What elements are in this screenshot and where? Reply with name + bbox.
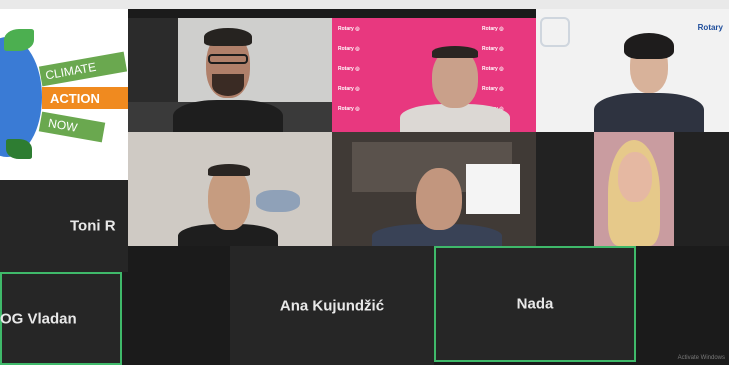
climate-banner: CLIMATE	[38, 51, 128, 87]
leaf-decoration	[4, 29, 34, 51]
video-tile-participant-rotary-logo[interactable]: Rotary	[536, 9, 729, 132]
rotary-logo-repeat: Rotary ◎	[482, 86, 504, 92]
participant-name: Toni R	[70, 217, 116, 235]
now-label: NOW	[47, 115, 79, 135]
rotary-logo-repeat: Rotary ◎	[338, 26, 360, 32]
activate-windows-watermark: Activate Windows	[677, 355, 725, 361]
participant-name: Ana Kujundžić	[279, 297, 385, 314]
wall-decoration	[256, 190, 300, 212]
video-frame	[594, 132, 674, 246]
person-head	[416, 168, 462, 230]
hair	[624, 33, 674, 59]
person-body	[400, 104, 510, 132]
participant-tile-og-vladan[interactable]: OG Vladan	[0, 272, 122, 365]
climate-label: CLIMATE	[44, 59, 98, 83]
participant-tile-ana[interactable]: Ana Kujundžić	[230, 246, 434, 365]
rotary-logo-repeat: Rotary ◎	[338, 66, 360, 72]
participant-tile-toni[interactable]: Toni R	[0, 180, 128, 272]
rotary-logo-repeat: Rotary ◎	[482, 26, 504, 32]
hair	[204, 28, 252, 46]
leaf-decoration	[6, 139, 32, 159]
person-body	[594, 93, 704, 132]
rotary-logo	[540, 17, 570, 47]
beard	[212, 74, 244, 96]
glasses-icon	[208, 54, 248, 64]
rotary-logo-repeat: Rotary ◎	[482, 46, 504, 52]
action-banner: ACTION	[42, 87, 128, 109]
participant-name: OG Vladan	[0, 310, 77, 327]
rotary-logo-repeat: Rotary ◎	[338, 86, 360, 92]
participant-tile-nada[interactable]: Nada	[434, 246, 636, 362]
person-body	[173, 100, 283, 132]
video-tile-participant-wall[interactable]	[128, 132, 332, 246]
action-label: ACTION	[50, 91, 100, 106]
video-tile-participant-blonde[interactable]	[536, 132, 729, 246]
video-tile-participant-kitchen[interactable]	[332, 132, 536, 246]
person-head	[618, 152, 652, 202]
hair	[208, 164, 250, 176]
kitchen-window	[466, 164, 520, 214]
window-top-bar	[0, 0, 729, 9]
rotary-logo-repeat: Rotary ◎	[482, 66, 504, 72]
rotary-logo-repeat: Rotary ◎	[338, 106, 360, 112]
hair	[432, 46, 478, 58]
video-tile-participant-glasses[interactable]	[128, 18, 332, 132]
now-banner: NOW	[38, 111, 106, 143]
rotary-logo-repeat: Rotary ◎	[338, 46, 360, 52]
video-tile-participant-rotary-backdrop[interactable]: Rotary ◎ Rotary ◎ Rotary ◎ Rotary ◎ Rota…	[332, 18, 536, 132]
rotary-brand-label: Rotary	[697, 23, 723, 32]
participant-name: Nada	[516, 295, 554, 313]
video-tile-climate-action[interactable]: CLIMATE ACTION NOW	[0, 9, 128, 180]
